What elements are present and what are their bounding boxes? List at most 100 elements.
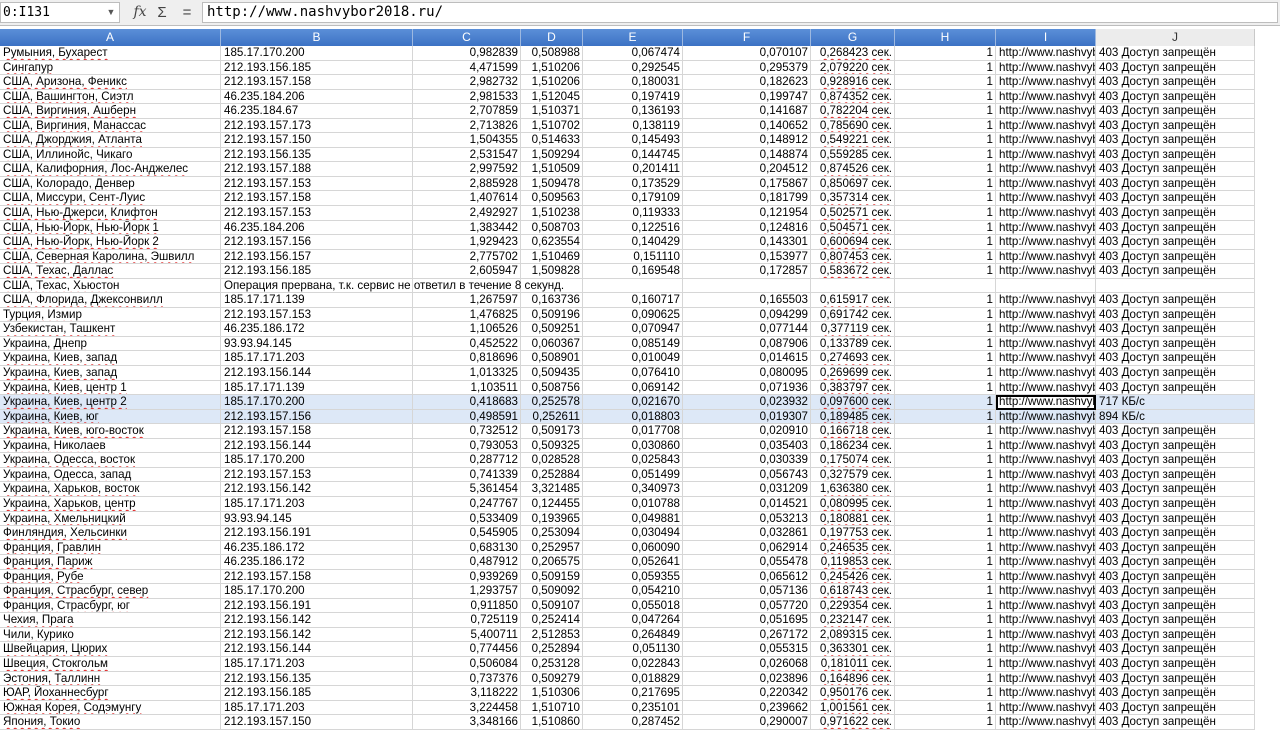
cell-h[interactable]: 1 — [895, 438, 996, 454]
cell-i[interactable]: http://www.nashvybor2018.ru — [996, 147, 1096, 163]
cell-b[interactable]: 46.235.186.172 — [221, 540, 413, 556]
cell-d[interactable]: 1,510702 — [521, 118, 583, 134]
cell-j[interactable]: 403 Доступ запрещён — [1096, 613, 1255, 628]
cell-f[interactable]: 0,121954 — [683, 206, 811, 221]
cell-c[interactable]: 1,476825 — [413, 307, 521, 323]
formula-icon[interactable]: = — [178, 2, 196, 23]
cell-c[interactable]: 2,997592 — [413, 162, 521, 177]
cell-c[interactable]: 5,361454 — [413, 482, 521, 497]
cell-h[interactable]: 1 — [895, 206, 996, 221]
cell-a[interactable]: США, Флорида, Джексонвилл — [0, 293, 221, 308]
cell-b[interactable]: 212.193.157.153 — [221, 176, 413, 192]
cell-j[interactable]: 403 Доступ запрещён — [1096, 191, 1255, 207]
cell-i[interactable]: http://www.nashvybor2018.ru — [996, 496, 1096, 512]
cell-c[interactable]: 0,533409 — [413, 511, 521, 527]
cell-g[interactable]: 0,504571 сек. — [811, 220, 895, 236]
cell-f[interactable]: 0,148874 — [683, 147, 811, 163]
cell-g[interactable]: 0,274693 сек. — [811, 351, 895, 367]
cell-c[interactable]: 0,732512 — [413, 424, 521, 439]
cell-h[interactable] — [895, 278, 996, 294]
cell-e[interactable]: 0,160717 — [583, 293, 683, 308]
cell-e[interactable]: 0,010049 — [583, 351, 683, 367]
cell-i[interactable]: http://www.nashvybor2018.ru — [996, 60, 1096, 76]
cell-j[interactable]: 403 Доступ запрещён — [1096, 656, 1255, 672]
cell-g[interactable]: 1,001561 сек. — [811, 700, 895, 716]
cell-j[interactable]: 403 Доступ запрещён — [1096, 627, 1255, 643]
cell-e[interactable]: 0,030494 — [583, 526, 683, 541]
cell-i[interactable] — [996, 278, 1096, 294]
cell-i[interactable]: http://www.nashvybor2018.ru — [996, 206, 1096, 221]
cell-a[interactable]: США, Калифорния, Лос-Анджелес — [0, 162, 221, 177]
cell-c[interactable]: 0,939269 — [413, 569, 521, 585]
cell-e[interactable]: 0,052641 — [583, 555, 683, 570]
function-wizard-icon[interactable]: fx — [130, 2, 150, 23]
cell-d[interactable]: 1,509828 — [521, 264, 583, 279]
cell-b[interactable]: 93.93.94.145 — [221, 336, 413, 352]
cell-d[interactable]: 0,253094 — [521, 526, 583, 541]
cell-d[interactable]: 0,509435 — [521, 366, 583, 381]
cell-f[interactable]: 0,023896 — [683, 671, 811, 687]
cell-j[interactable]: 403 Доступ запрещён — [1096, 104, 1255, 119]
cell-f[interactable]: 0,141687 — [683, 104, 811, 119]
cell-h[interactable]: 1 — [895, 75, 996, 90]
cell-f[interactable]: 0,020910 — [683, 424, 811, 439]
cell-d[interactable]: 0,060367 — [521, 336, 583, 352]
cell-f[interactable]: 0,140652 — [683, 118, 811, 134]
cell-f[interactable]: 0,065612 — [683, 569, 811, 585]
cell-d[interactable]: 1,510469 — [521, 249, 583, 265]
cell-g[interactable]: 0,383797 сек. — [811, 380, 895, 396]
cell-j[interactable]: 717 КБ/с — [1096, 395, 1255, 410]
cell-e[interactable]: 0,017708 — [583, 424, 683, 439]
cell-h[interactable]: 1 — [895, 526, 996, 541]
cell-e[interactable]: 0,287452 — [583, 715, 683, 730]
cell-f[interactable]: 0,032861 — [683, 526, 811, 541]
cell-d[interactable]: 0,508988 — [521, 46, 583, 61]
cell-b[interactable]: 93.93.94.145 — [221, 511, 413, 527]
cell-h[interactable]: 1 — [895, 307, 996, 323]
cell-d[interactable]: 1,509294 — [521, 147, 583, 163]
cell-h[interactable]: 1 — [895, 235, 996, 250]
cell-c[interactable]: 1,383442 — [413, 220, 521, 236]
cell-i[interactable]: http://www.nashvybor2018.ru — [996, 700, 1096, 716]
cell-e[interactable]: 0,201411 — [583, 162, 683, 177]
cell-c[interactable]: 0,683130 — [413, 540, 521, 556]
cell-b[interactable]: 212.193.156.157 — [221, 249, 413, 265]
cell-a[interactable]: Швейцария, Цюрих — [0, 642, 221, 657]
cell-a[interactable]: Чехия, Прага — [0, 613, 221, 628]
cell-a[interactable]: Украина, Хмельницкий — [0, 511, 221, 527]
cell-h[interactable]: 1 — [895, 569, 996, 585]
cell-e[interactable]: 0,119333 — [583, 206, 683, 221]
cell-e[interactable]: 0,051499 — [583, 467, 683, 483]
cell-h[interactable]: 1 — [895, 46, 996, 61]
column-header-h[interactable]: H — [895, 29, 996, 46]
cell-b[interactable]: 185.17.170.200 — [221, 395, 413, 410]
cell-h[interactable]: 1 — [895, 176, 996, 192]
cell-d[interactable]: 0,509279 — [521, 671, 583, 687]
cell-d[interactable]: 0,252957 — [521, 540, 583, 556]
cell-c[interactable]: 1,929423 — [413, 235, 521, 250]
cell-b[interactable]: 212.193.156.142 — [221, 613, 413, 628]
cell-h[interactable]: 1 — [895, 496, 996, 512]
cell-c[interactable]: 1,013325 — [413, 366, 521, 381]
cell-g[interactable]: 0,377119 сек. — [811, 322, 895, 337]
cell-i[interactable]: http://www.nashvybor2018.ru — [996, 584, 1096, 599]
cell-b[interactable]: 212.193.157.153 — [221, 307, 413, 323]
cell-e[interactable]: 0,264849 — [583, 627, 683, 643]
cell-f[interactable]: 0,035403 — [683, 438, 811, 454]
cell-j[interactable]: 403 Доступ запрещён — [1096, 60, 1255, 76]
cell-c[interactable]: 2,981533 — [413, 89, 521, 105]
cell-j[interactable]: 403 Доступ запрещён — [1096, 89, 1255, 105]
cell-f[interactable]: 0,181799 — [683, 191, 811, 207]
cell-b[interactable]: 212.193.157.158 — [221, 424, 413, 439]
cell-e[interactable]: 0,018803 — [583, 409, 683, 425]
cell-g[interactable]: 0,133789 сек. — [811, 336, 895, 352]
cell-a[interactable]: США, Виргиния, Манассас — [0, 118, 221, 134]
cell-j[interactable]: 403 Доступ запрещён — [1096, 336, 1255, 352]
cell-a[interactable]: США, Техас, Даллас — [0, 264, 221, 279]
cell-g[interactable]: 0,327579 сек. — [811, 467, 895, 483]
cell-j[interactable]: 403 Доступ запрещён — [1096, 264, 1255, 279]
cell-j[interactable]: 403 Доступ запрещён — [1096, 438, 1255, 454]
cell-b[interactable]: 212.193.156.185 — [221, 686, 413, 701]
cell-d[interactable]: 0,252894 — [521, 642, 583, 657]
cell-f[interactable]: 0,026068 — [683, 656, 811, 672]
